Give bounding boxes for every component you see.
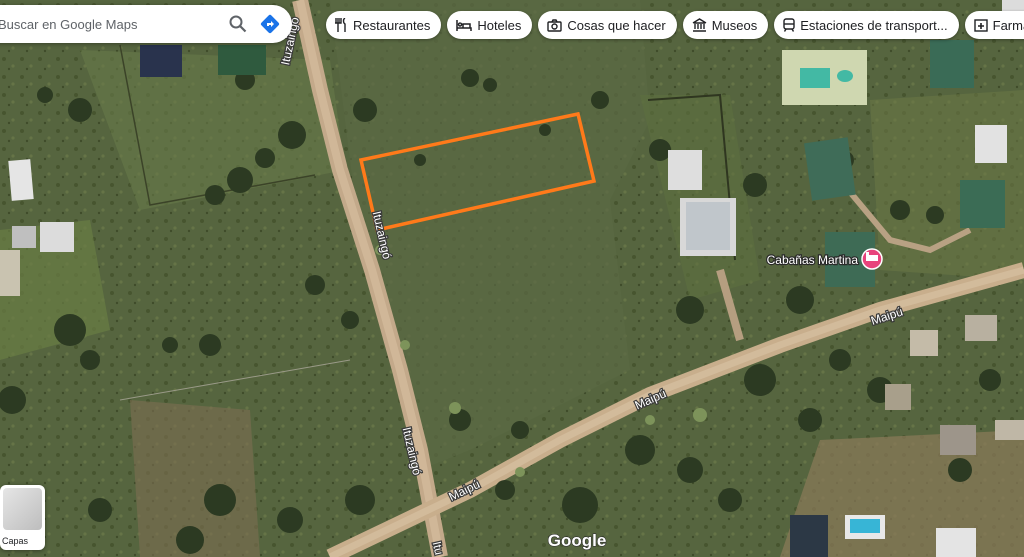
satellite-map[interactable]: Ituzaingó Ituzaingó Ituzaingó Itu Maipú …	[0, 0, 1024, 557]
chip-hoteles[interactable]: Hoteles	[447, 11, 533, 39]
poi-marker-cabanas-martina[interactable]	[861, 248, 883, 270]
search-input[interactable]: Buscar en Google Maps	[0, 17, 222, 32]
chip-label: Farmacias	[992, 17, 1024, 33]
chip-museos[interactable]: Museos	[682, 11, 769, 39]
train-icon	[783, 18, 795, 32]
layers-label: Capas	[2, 536, 29, 546]
chip-cosas-que-hacer[interactable]: Cosas que hacer	[538, 11, 677, 39]
layers-button[interactable]: Capas	[0, 485, 45, 550]
chip-label: Museos	[711, 17, 758, 33]
chip-restaurantes[interactable]: Restaurantes	[326, 11, 442, 39]
directions-icon[interactable]	[254, 8, 286, 40]
chip-label: Restaurantes	[353, 17, 431, 33]
chip-estaciones-de-transporte[interactable]: Estaciones de transport...	[774, 11, 959, 39]
layers-thumbnail	[3, 488, 42, 530]
pharmacy-icon	[973, 19, 988, 32]
google-logo: Google	[548, 531, 607, 550]
camera-icon	[547, 18, 563, 32]
fork-knife-icon	[335, 18, 346, 32]
museum-icon	[692, 18, 707, 32]
poi-label[interactable]: Cabañas Martina	[765, 252, 859, 268]
chip-label: Estaciones de transport...	[800, 17, 948, 33]
chip-label: Cosas que hacer	[567, 17, 666, 33]
search-box[interactable]: Buscar en Google Maps	[0, 5, 292, 43]
search-icon[interactable]	[222, 8, 254, 40]
category-chips: Restaurantes Hoteles Cosas que hacer Mus…	[326, 11, 1024, 39]
chip-farmacias[interactable]: Farmacias	[964, 11, 1024, 39]
bed-icon	[456, 20, 473, 31]
chip-label: Hoteles	[477, 17, 522, 33]
